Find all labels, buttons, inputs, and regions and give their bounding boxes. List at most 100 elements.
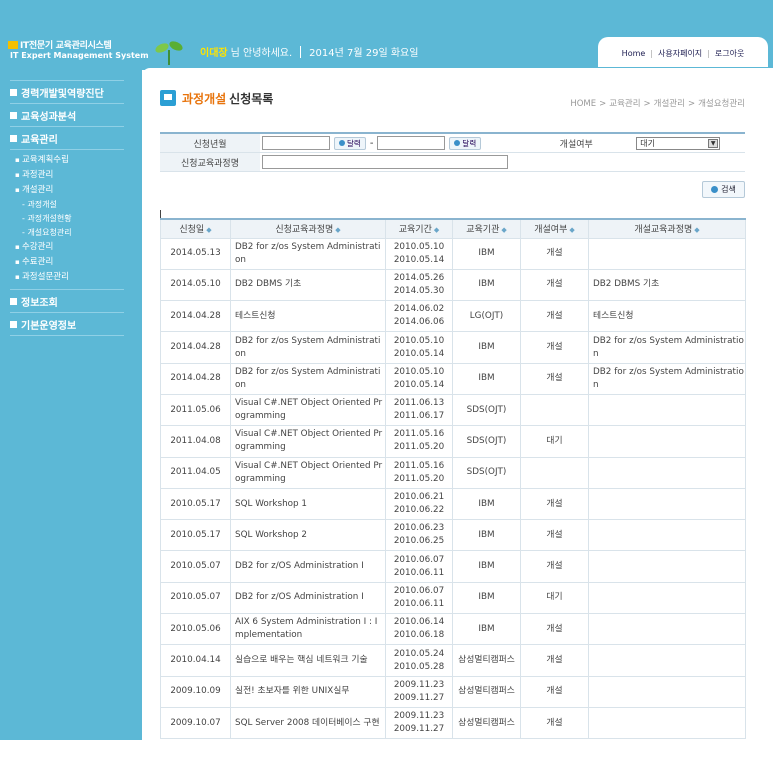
search-button[interactable]: 검색: [702, 181, 745, 198]
sidebar-item-basic-ops[interactable]: 기본운영정보: [0, 313, 142, 335]
course-name-input[interactable]: [262, 155, 508, 169]
col-institution[interactable]: 교육기관 ◆: [452, 218, 521, 239]
table-row[interactable]: 2010.05.17 SQL Workshop 2 2010.06.23 2010.0…: [160, 519, 746, 552]
cell-request-date: 2014.05.13: [160, 237, 231, 270]
page-title: 과정개설 신청목록: [182, 92, 274, 106]
table-row[interactable]: 2014.04.28 DB2 for z/os System Administra…: [160, 331, 746, 364]
col-status[interactable]: 개설여부 ◆: [520, 218, 589, 239]
col-period[interactable]: 교육기간 ◆: [385, 218, 453, 239]
search-icon: [711, 186, 719, 193]
period-start: 2011.05.16: [393, 460, 445, 471]
sidebar-item-edu-analysis[interactable]: 교육성과분석: [0, 104, 142, 126]
sidebar-item-edu-management[interactable]: 교육관리: [0, 127, 142, 149]
sidebar-sub-course-mgmt[interactable]: 과정관리: [0, 168, 142, 183]
cell-course-name: Visual C#.NET Object Oriented Programmin…: [230, 393, 386, 427]
sort-icon: ◆: [206, 226, 212, 235]
app-logo[interactable]: IT전문기 교육관리시스템: [8, 38, 112, 51]
cell-course-name: 실전! 초보자를 위한 UNIX실무: [230, 675, 386, 708]
period-end: 2010.05.14: [393, 348, 445, 359]
cell-request-date: 2010.05.17: [160, 487, 231, 521]
period-end: 2010.06.11: [393, 598, 445, 609]
period-start: 2010.05.10: [393, 366, 445, 377]
table-row[interactable]: 2014.04.28 테스트신청 2014.06.02 2014.06.06 LG(OJ…: [160, 300, 746, 333]
sidebar-subsub-course-open[interactable]: 과정개설: [0, 198, 142, 212]
table-row[interactable]: 2011.04.05 Visual C#.NET Object Oriented …: [160, 456, 746, 489]
period-end: 2010.06.18: [393, 630, 445, 641]
table-row[interactable]: 2010.05.07 DB2 for z/OS Administration I2…: [160, 550, 746, 583]
date-range-label: 신청년월: [160, 134, 260, 152]
cell-request-date: 2010.04.14: [160, 644, 231, 677]
table-row[interactable]: 2011.05.06 Visual C#.NET Object Oriented …: [160, 393, 746, 427]
cell-institution: IBM: [452, 362, 521, 395]
cell-course-name: DB2 for z/os System Administration: [230, 237, 386, 270]
table-row[interactable]: 2010.05.07 DB2 for z/OS Administration I2…: [160, 581, 746, 615]
period-end: 2014.06.06: [393, 317, 445, 328]
user-page-link[interactable]: 사용자페이지: [658, 49, 702, 58]
col-opened-course[interactable]: 개설교육과정명 ◆: [588, 218, 746, 239]
sidebar-subsub-open-status[interactable]: 과정개설현황: [0, 212, 142, 226]
breadcrumb-item[interactable]: 교육관리: [609, 99, 640, 109]
sort-icon: ◆: [433, 226, 440, 235]
cell-course-name: DB2 for z/os System Administration: [230, 362, 386, 395]
status-label: 개설여부: [536, 134, 617, 152]
cell-period: 2009.11.23 2009.11.27: [385, 675, 453, 708]
sidebar-sub-open-mgmt[interactable]: 개설관리: [0, 183, 142, 198]
user-name: 이대장: [200, 48, 228, 59]
col-course-name[interactable]: 신청교육과정명 ◆: [230, 218, 386, 239]
cell-period: 2014.06.02 2014.06.06: [385, 300, 453, 333]
breadcrumb-item[interactable]: 개설관리: [654, 99, 685, 109]
sidebar-item-career-dev[interactable]: 경력개발및역량진단: [0, 81, 142, 103]
end-calendar-button[interactable]: 달력: [449, 136, 482, 150]
cell-opened-course: [588, 550, 746, 583]
home-link[interactable]: Home: [622, 49, 646, 58]
sidebar-subsub-open-request[interactable]: 개설요청관리: [0, 226, 142, 240]
table-row[interactable]: 2010.05.17 SQL Workshop 1 2010.06.21 2010.0…: [160, 487, 746, 521]
period-end: 2009.11.27: [393, 724, 445, 735]
end-date-input[interactable]: [377, 136, 446, 150]
sidebar-sub-edu-plan[interactable]: 교육계획수립: [0, 153, 142, 168]
cell-institution: 삼성멀티캠퍼스: [452, 644, 521, 677]
start-calendar-button[interactable]: 달력: [334, 136, 366, 150]
period-start: 2014.05.26: [393, 272, 445, 283]
breadcrumb: HOME > 교육관리 > 개설관리 > 개설요청관리: [570, 99, 745, 109]
sidebar-item-info-lookup[interactable]: 정보조회: [0, 290, 142, 312]
status-select[interactable]: 대기 ▼: [636, 136, 721, 150]
cell-request-date: 2009.10.09: [160, 675, 231, 708]
table-row[interactable]: 2009.10.09 실전! 초보자를 위한 UNIX실무 2009.11.23 20…: [160, 675, 746, 708]
table-row[interactable]: 2014.04.28 DB2 for z/os System Administra…: [160, 362, 746, 395]
cell-institution: IBM: [452, 268, 521, 302]
cell-status: 개설: [520, 300, 589, 333]
cell-opened-course: [588, 456, 746, 489]
sidebar-sub-complete-mgmt[interactable]: 수료관리: [0, 255, 142, 270]
col-request-date[interactable]: 신청일 ◆: [160, 218, 231, 239]
cell-status: 개설: [520, 706, 589, 740]
cell-institution: LG(OJT): [452, 300, 521, 333]
calendar-icon: [339, 140, 345, 146]
cell-status: 개설: [520, 675, 589, 708]
calendar-icon: [454, 140, 461, 146]
period-end: 2010.05.14: [393, 379, 445, 390]
table-row[interactable]: 2010.04.14 실습으로 배우는 핵심 네트워크 기술 2010.05.24 2…: [160, 644, 746, 677]
sidebar-sub-survey-mgmt[interactable]: 과정설문관리: [0, 270, 142, 285]
bullet-icon: [10, 134, 17, 142]
user-greeting: 이대장 님 안녕하세요. 2014년 7월 29일 화요일: [200, 46, 419, 59]
sidebar-sub-enroll-mgmt[interactable]: 수강관리: [0, 240, 142, 255]
app-logo-subtitle: IT Expert Management System: [10, 51, 149, 60]
cell-period: 2010.06.23 2010.06.25: [385, 519, 453, 552]
cell-course-name: SQL Server 2008 데이터베이스 구현: [230, 706, 386, 740]
cell-period: 2010.05.10 2010.05.14: [385, 362, 453, 395]
cell-period: 2011.05.16 2011.05.20: [385, 456, 453, 489]
table-row[interactable]: 2014.05.10 DB2 DBMS 기초 2014.05.26 2014.05.3…: [160, 268, 746, 302]
period-start: 2010.06.07: [393, 554, 445, 565]
start-date-input[interactable]: [262, 136, 330, 150]
logout-link[interactable]: 로그아웃: [715, 49, 744, 58]
cell-period: 2010.06.07 2010.06.11: [385, 550, 453, 583]
table-row[interactable]: 2014.05.13 DB2 for z/os System Administra…: [160, 237, 746, 270]
table-row[interactable]: 2011.04.08 Visual C#.NET Object Oriented …: [160, 425, 746, 458]
table-row[interactable]: 2009.10.07 SQL Server 2008 데이터베이스 구현 2009.…: [160, 706, 746, 740]
cell-opened-course: [588, 644, 746, 677]
cell-opened-course: [588, 706, 746, 740]
period-end: 2010.06.22: [393, 505, 445, 516]
breadcrumb-home[interactable]: HOME: [570, 99, 596, 109]
table-row[interactable]: 2010.05.06 AIX 6 System Administration I …: [160, 613, 746, 646]
